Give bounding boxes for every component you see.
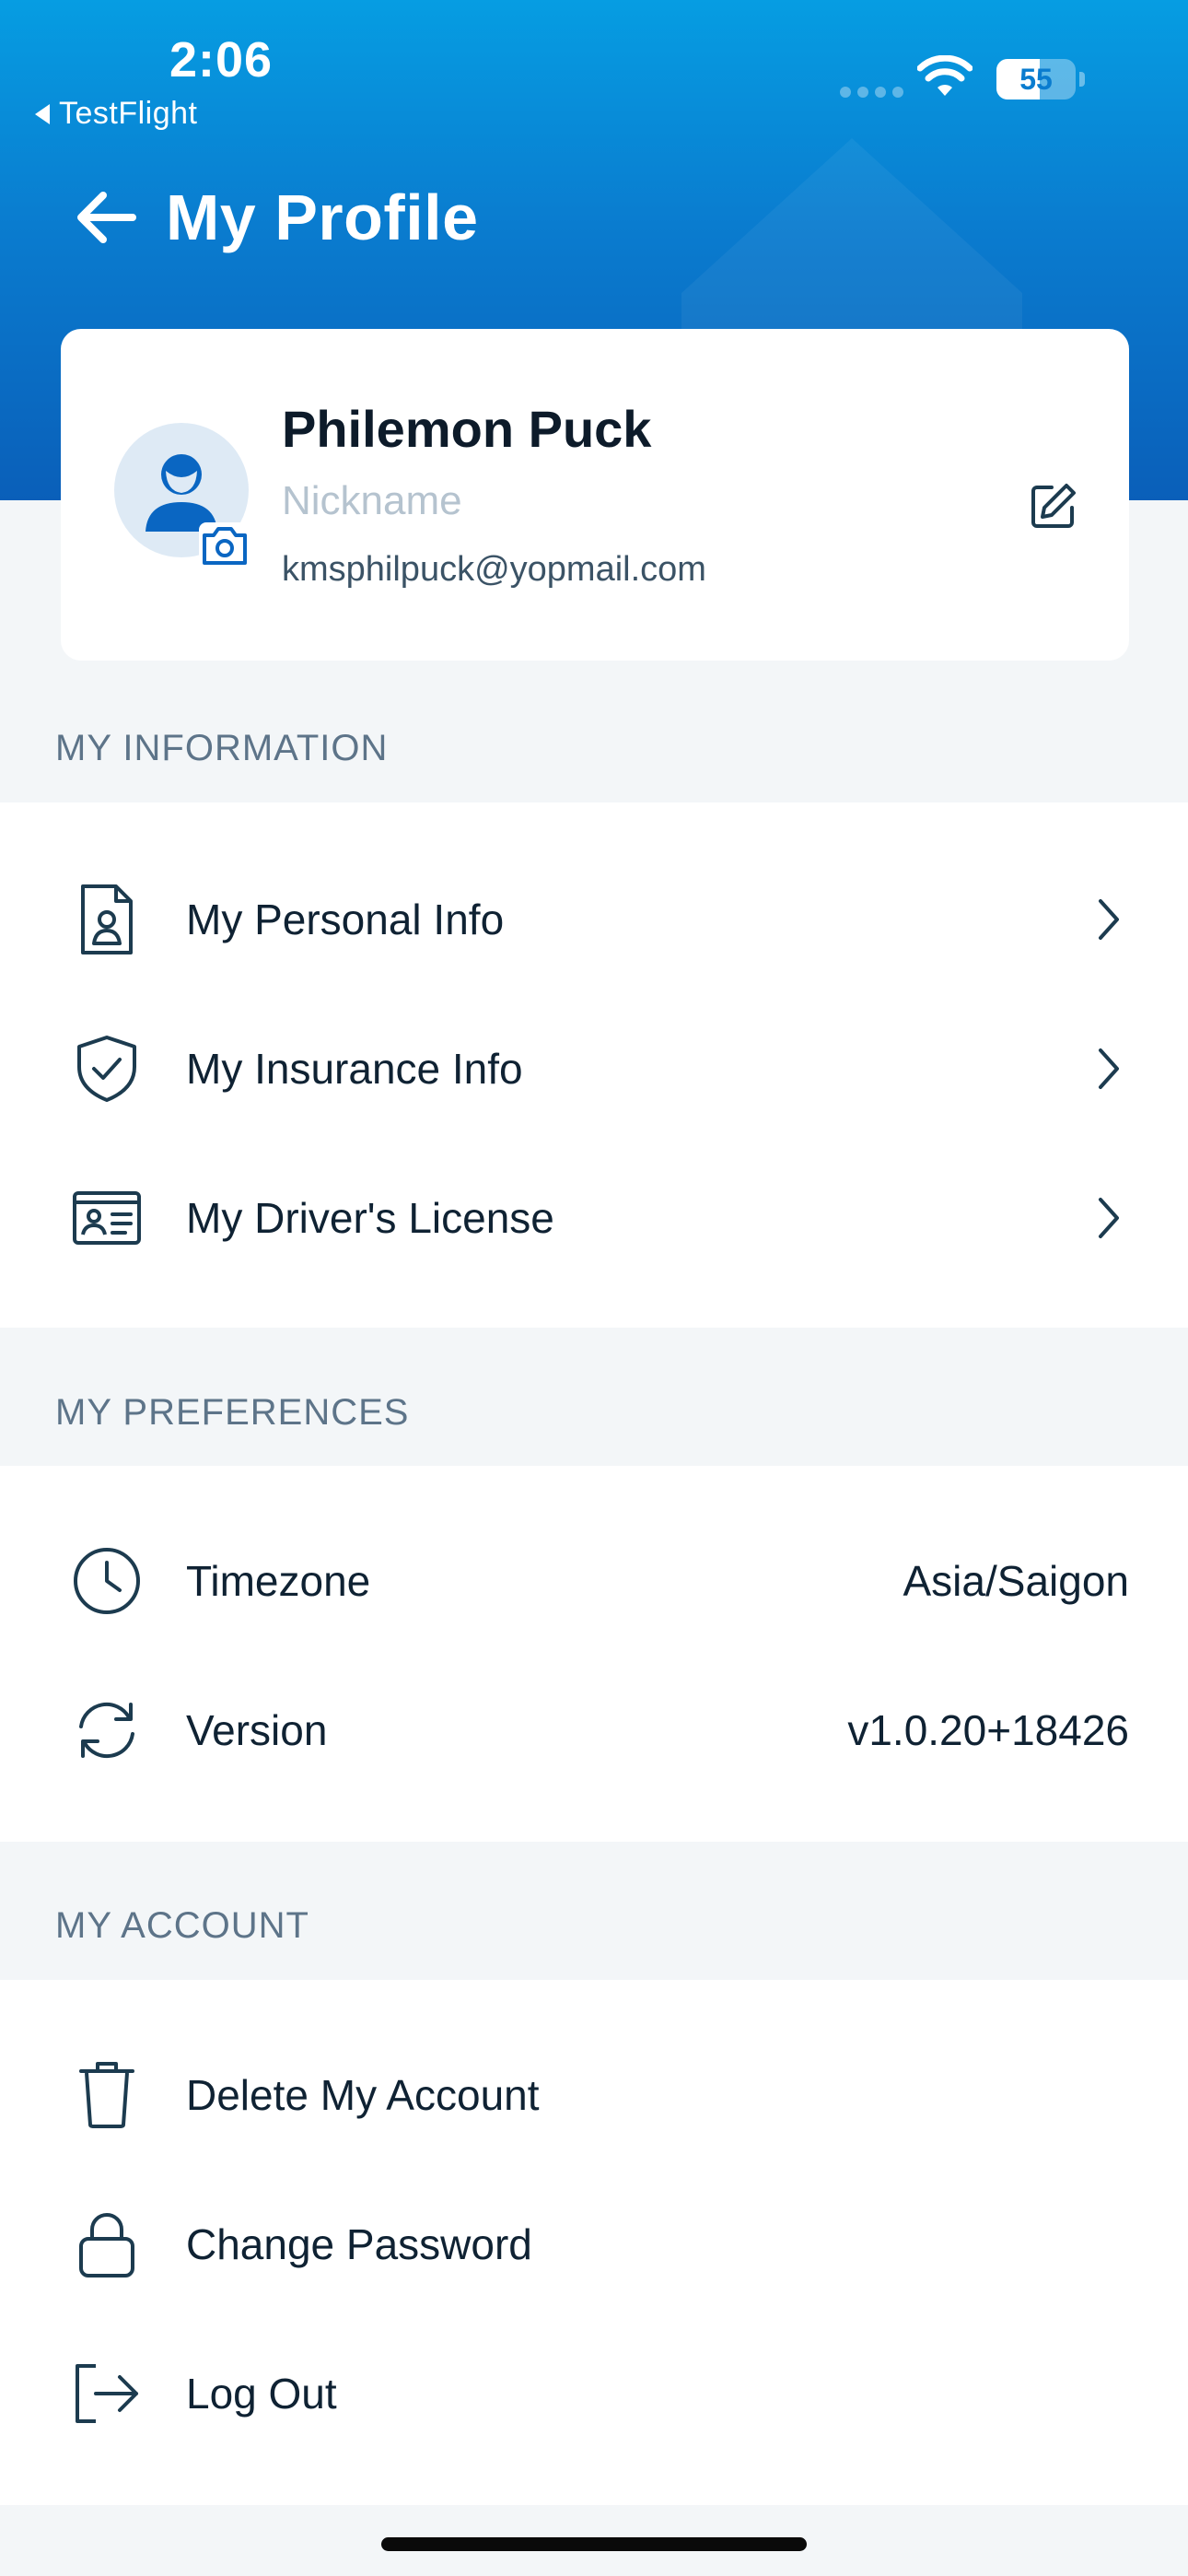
trash-icon (70, 2058, 144, 2132)
shield-check-icon (70, 1032, 144, 1106)
id-card-icon (70, 1181, 144, 1255)
cellular-signal-icon (840, 87, 903, 98)
row-log-out[interactable]: Log Out (0, 2319, 1188, 2468)
row-label: My Insurance Info (186, 1045, 523, 1093)
profile-name: Philemon Puck (282, 400, 652, 458)
back-app-label: TestFlight (59, 96, 198, 131)
avatar[interactable] (114, 423, 250, 568)
row-timezone[interactable]: Timezone Asia/Saigon (0, 1506, 1188, 1656)
edit-icon (1031, 484, 1076, 528)
section-title-information: MY INFORMATION (55, 728, 389, 768)
title-row: My Profile (72, 181, 479, 254)
row-label: Change Password (186, 2220, 532, 2268)
version-value: v1.0.20+18426 (847, 1706, 1129, 1754)
page-title: My Profile (166, 181, 479, 253)
row-label: Log Out (186, 2370, 337, 2418)
chevron-right-icon (1090, 1190, 1127, 1246)
timezone-value: Asia/Saigon (903, 1557, 1130, 1605)
row-label: Version (186, 1706, 328, 1754)
section-title-account: MY ACCOUNT (55, 1905, 309, 1946)
lock-icon (70, 2207, 144, 2281)
profile-email: kmsphilpuck@yopmail.com (282, 550, 706, 589)
edit-profile-button[interactable] (1024, 476, 1083, 535)
row-label: Delete My Account (186, 2071, 540, 2119)
row-label: My Personal Info (186, 896, 505, 943)
personal-info-icon (70, 883, 144, 956)
account-section: Delete My Account Change Password Log Ou… (0, 1980, 1188, 2505)
row-drivers-license[interactable]: My Driver's License (0, 1143, 1188, 1293)
logout-icon (70, 2357, 144, 2430)
row-insurance-info[interactable]: My Insurance Info (0, 994, 1188, 1143)
information-section: My Personal Info My Insurance Info My Dr… (0, 802, 1188, 1328)
battery-indicator: 55 (996, 59, 1076, 100)
nickname-placeholder: Nickname (282, 478, 462, 523)
row-label: My Driver's License (186, 1194, 554, 1242)
camera-icon (203, 527, 247, 565)
back-to-testflight[interactable]: TestFlight (35, 96, 198, 132)
change-photo-button[interactable] (199, 522, 250, 568)
section-title-preferences: MY PREFERENCES (55, 1392, 410, 1433)
row-personal-info[interactable]: My Personal Info (0, 845, 1188, 994)
chevron-right-icon (1090, 892, 1127, 947)
clock-icon (70, 1544, 144, 1618)
battery-cap (1079, 72, 1085, 87)
back-arrow-icon[interactable] (72, 188, 138, 247)
wifi-icon (917, 55, 973, 96)
row-label: Timezone (186, 1557, 371, 1605)
home-indicator[interactable] (381, 2537, 807, 2551)
battery-level: 55 (1019, 62, 1053, 96)
profile-card: Philemon Puck Nickname kmsphilpuck@yopma… (61, 329, 1129, 661)
status-time: 2:06 (169, 32, 274, 88)
row-delete-account[interactable]: Delete My Account (0, 2020, 1188, 2170)
row-version: Version v1.0.20+18426 (0, 1656, 1188, 1805)
chevron-right-icon (1090, 1041, 1127, 1096)
row-change-password[interactable]: Change Password (0, 2170, 1188, 2319)
preferences-section: Timezone Asia/Saigon Version v1.0.20+184… (0, 1466, 1188, 1842)
refresh-icon (70, 1693, 144, 1767)
back-triangle-icon (35, 103, 50, 124)
